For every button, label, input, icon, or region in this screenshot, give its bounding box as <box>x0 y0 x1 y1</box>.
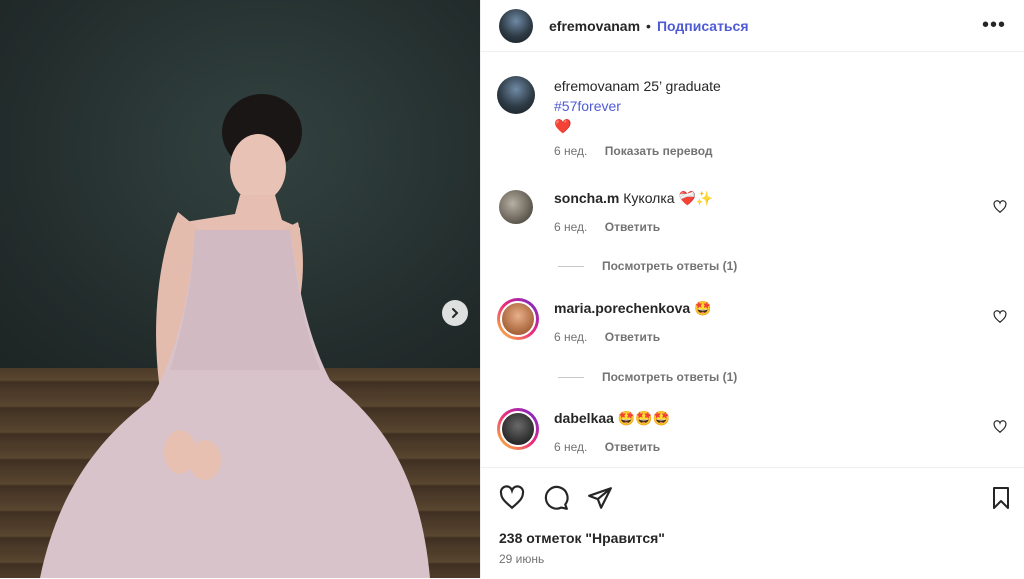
comment-body: dabelkaa 🤩🤩🤩 6 нед. Ответить <box>554 408 674 454</box>
comment-time[interactable]: 6 нед. <box>554 220 587 234</box>
view-replies-button[interactable]: Посмотреть ответы (1) <box>558 259 737 273</box>
view-replies-label[interactable]: Посмотреть ответы (1) <box>602 370 737 384</box>
comments-list: efremovanam 25’ graduate #57forever ❤️ 6… <box>481 52 1024 467</box>
comment-text: dabelkaa 🤩🤩🤩 <box>554 408 674 428</box>
caption-body: efremovanam 25’ graduate #57forever ❤️ 6… <box>554 76 727 158</box>
comment-text: soncha.m Куколка ❤️‍🩹✨ <box>554 188 713 208</box>
caption-avatar[interactable] <box>497 76 535 114</box>
comment-icon[interactable] <box>543 485 569 511</box>
chevron-right-icon <box>452 308 459 318</box>
caption-emoji: ❤️ <box>554 118 572 134</box>
follow-button[interactable]: Подписаться <box>657 18 749 34</box>
heart-icon[interactable] <box>499 485 525 511</box>
more-options-icon[interactable]: ••• <box>982 14 1006 37</box>
comment-content: 🤩 <box>694 300 712 316</box>
next-photo-button[interactable] <box>442 300 468 326</box>
comment-meta: 6 нед. Ответить <box>554 220 713 234</box>
bookmark-icon[interactable] <box>989 485 1013 511</box>
view-replies-button[interactable]: Посмотреть ответы (1) <box>558 370 737 384</box>
post-sidebar: efremovanam • Подписаться ••• efremovana… <box>480 0 1024 578</box>
separator-dot: • <box>646 17 651 34</box>
comment-content: 🤩🤩🤩 <box>617 410 671 426</box>
caption-meta: 6 нед. Показать перевод <box>554 144 727 158</box>
comment-time[interactable]: 6 нед. <box>554 440 587 454</box>
comment-text: maria.porechenkova 🤩 <box>554 298 712 318</box>
comment-content: Куколка ❤️‍🩹✨ <box>623 190 714 206</box>
photo-figure <box>40 94 430 578</box>
comment-avatar[interactable] <box>497 298 539 340</box>
reply-button[interactable]: Ответить <box>605 330 660 344</box>
view-replies-label[interactable]: Посмотреть ответы (1) <box>602 259 737 273</box>
comment-username[interactable]: dabelkaa <box>554 410 614 426</box>
comment-meta: 6 нед. Ответить <box>554 440 674 454</box>
caption-username[interactable]: efremovanam <box>554 78 640 94</box>
caption-content: 25’ graduate <box>643 78 721 94</box>
reply-button[interactable]: Ответить <box>605 440 660 454</box>
comment-body: soncha.m Куколка ❤️‍🩹✨ 6 нед. Ответить <box>554 188 713 234</box>
post-photo <box>0 0 480 578</box>
likes-count[interactable]: 238 отметок "Нравится" <box>499 530 665 546</box>
caption-hashtag[interactable]: #57forever <box>554 96 727 116</box>
comment-avatar[interactable] <box>499 190 533 224</box>
post-actions: 238 отметок "Нравится" 29 июнь <box>481 467 1024 579</box>
reply-button[interactable]: Ответить <box>605 220 660 234</box>
comment-like-icon[interactable] <box>993 310 1007 324</box>
post-date[interactable]: 29 июнь <box>499 552 544 566</box>
comment-username[interactable]: soncha.m <box>554 190 619 206</box>
comment-time[interactable]: 6 нед. <box>554 330 587 344</box>
replies-divider <box>558 376 584 378</box>
author-username[interactable]: efremovanam <box>549 18 640 34</box>
caption-text: efremovanam 25’ graduate <box>554 76 727 96</box>
comment-username[interactable]: maria.porechenkova <box>554 300 690 316</box>
comment-body: maria.porechenkova 🤩 6 нед. Ответить <box>554 298 712 344</box>
comment-meta: 6 нед. Ответить <box>554 330 712 344</box>
share-icon[interactable] <box>587 485 613 511</box>
comment-avatar[interactable] <box>497 408 539 450</box>
translate-button[interactable]: Показать перевод <box>605 144 713 158</box>
comment-like-icon[interactable] <box>993 420 1007 434</box>
caption-time[interactable]: 6 нед. <box>554 144 587 158</box>
post-header: efremovanam • Подписаться ••• <box>481 0 1024 52</box>
replies-divider <box>558 265 584 267</box>
author-avatar[interactable] <box>499 8 533 43</box>
comment-like-icon[interactable] <box>993 200 1007 214</box>
